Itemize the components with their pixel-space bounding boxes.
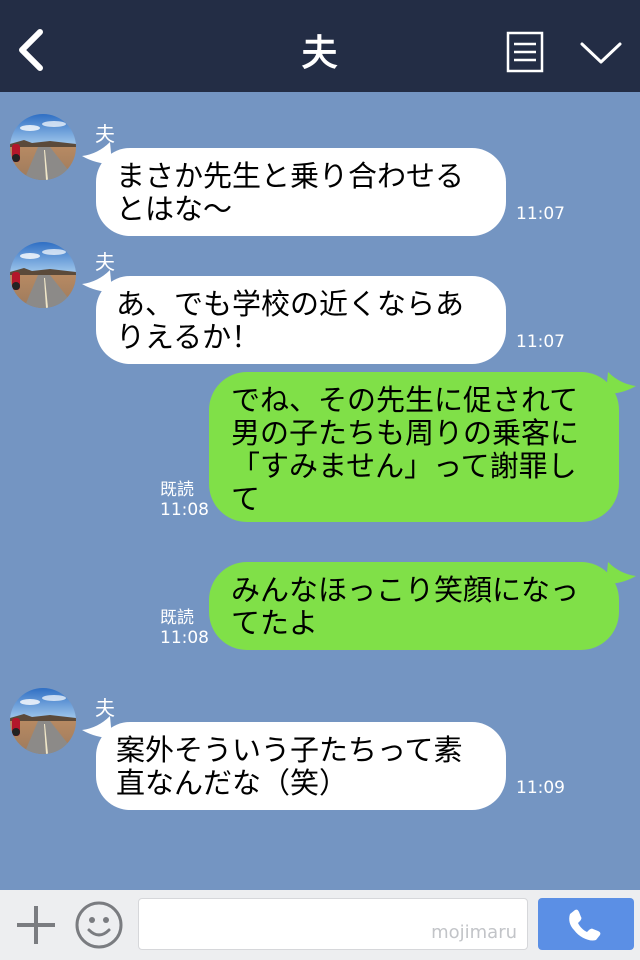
road-photo-icon xyxy=(10,688,76,754)
message-time: 11:07 xyxy=(516,204,565,224)
smiley-icon xyxy=(75,901,123,949)
message-time: 11:08 xyxy=(160,500,209,520)
message-line: あ、でも学校の近くならあ xyxy=(116,287,465,321)
message-bubble[interactable]: みんなほっこり笑顔になっ てたよ xyxy=(209,562,619,650)
message-line: みんなほっこり笑顔になっ xyxy=(231,573,580,607)
message-bubble[interactable]: でね、その先生に促されて 男の子たちも周りの乗客に 「すみません」って謝罪し て xyxy=(209,372,619,522)
read-receipt: 既読 xyxy=(160,480,194,500)
road-photo-icon xyxy=(10,242,76,308)
message-line: 男の子たちも周りの乗客に xyxy=(231,416,580,450)
emoji-button[interactable] xyxy=(74,900,124,950)
message-line: りえるか！ xyxy=(116,320,261,354)
message-time: 11:08 xyxy=(160,628,209,648)
message-line: て xyxy=(231,482,261,516)
message-line: 「すみません」って謝罪し xyxy=(231,449,577,483)
more-options-button[interactable] xyxy=(578,38,624,68)
chevron-down-icon xyxy=(580,42,622,64)
message-bubble[interactable]: あ、でも学校の近くならあ りえるか！ xyxy=(96,276,506,364)
message-line: 案外そういう子たちって素 xyxy=(116,733,463,767)
message-line: 直なんだな（笑） xyxy=(116,766,349,800)
message-line: でね、その先生に促されて xyxy=(231,383,579,417)
road-photo-icon xyxy=(10,114,76,180)
message-line: てたよ xyxy=(231,606,319,640)
note-menu-button[interactable] xyxy=(505,30,545,74)
read-receipt: 既読 xyxy=(160,608,194,628)
message-time: 11:09 xyxy=(516,778,565,798)
message-input[interactable]: mojimaru xyxy=(138,898,528,950)
message-bubble[interactable]: 案外そういう子たちって素 直なんだな（笑） xyxy=(96,722,506,810)
avatar[interactable] xyxy=(10,242,76,308)
add-button[interactable] xyxy=(14,903,58,947)
watermark: mojimaru xyxy=(431,922,517,943)
avatar[interactable] xyxy=(10,688,76,754)
message-line: とはな〜 xyxy=(116,192,233,226)
chat-area[interactable]: 夫 まさか先生と乗り合わせる とはな〜 11:07 夫 あ、でも学校の近くならあ… xyxy=(0,92,640,890)
avatar[interactable] xyxy=(10,114,76,180)
message-line: まさか先生と乗り合わせる xyxy=(116,159,465,193)
document-menu-icon xyxy=(506,31,544,73)
plus-icon xyxy=(17,906,55,944)
chat-header: 夫 xyxy=(0,0,640,92)
message-time: 11:07 xyxy=(516,332,565,352)
call-button[interactable] xyxy=(538,898,634,950)
message-bubble[interactable]: まさか先生と乗り合わせる とはな〜 xyxy=(96,148,506,236)
phone-icon xyxy=(569,909,601,941)
